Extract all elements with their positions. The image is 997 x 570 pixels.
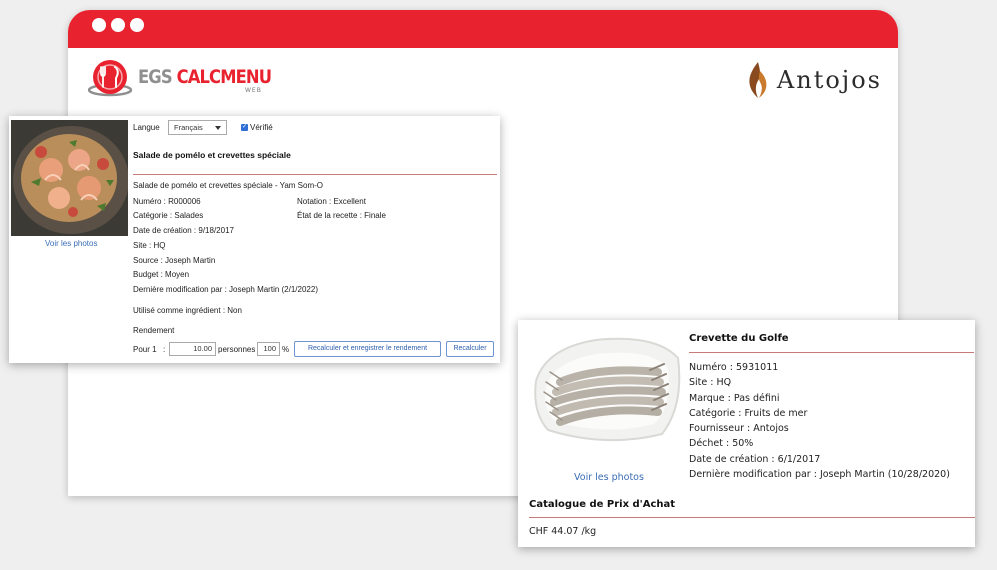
percent-sign: % <box>282 345 290 354</box>
recipe-source: Source : Joseph Martin <box>133 256 216 265</box>
language-select[interactable]: Français <box>168 120 227 135</box>
window-dot-icon[interactable] <box>92 18 106 32</box>
product-photos-link[interactable]: Voir les photos <box>574 472 644 483</box>
recipe-ingredient: Utilisé comme ingrédient : Non <box>133 306 242 315</box>
recipe-modif: Dernière modification par : Joseph Marti… <box>133 285 318 294</box>
recipe-photos-link[interactable]: Voir les photos <box>45 239 97 248</box>
recipe-budget: Budget : Moyen <box>133 270 190 279</box>
product-site: Site : HQ <box>689 377 732 388</box>
recipe-card: Voir les photos Langue Français ✓ Vérifi… <box>9 116 500 363</box>
pour-label: Pour 1 <box>133 345 157 354</box>
checkbox-checked-icon[interactable]: ✓ <box>241 124 248 131</box>
recalc-save-button[interactable]: Recalculer et enregistrer le rendement <box>294 341 441 357</box>
recipe-categorie: Catégorie : Salades <box>133 211 204 220</box>
recalc-button[interactable]: Recalculer <box>446 341 494 357</box>
recipe-subtitle: Salade de pomélo et crevettes spéciale -… <box>133 181 324 190</box>
product-divider <box>689 352 974 353</box>
percent-input[interactable]: 100 <box>257 342 280 356</box>
product-dechet: Déchet : 50% <box>689 438 754 449</box>
rendement-label: Rendement <box>133 326 175 335</box>
portions-input[interactable]: 10.00 <box>169 342 216 356</box>
brand-title: EGS CALCMENU <box>138 66 272 88</box>
product-numero: Numéro : 5931011 <box>689 362 779 373</box>
recipe-date: Date de création : 9/18/2017 <box>133 226 234 235</box>
brand-subtitle: WEB <box>245 87 262 94</box>
window-dot-icon[interactable] <box>130 18 144 32</box>
catalogue-title: Catalogue de Prix d'Achat <box>529 499 676 510</box>
product-marque: Marque : Pas défini <box>689 393 780 404</box>
product-title: Crevette du Golfe <box>689 333 789 344</box>
product-categorie: Catégorie : Fruits de mer <box>689 408 808 419</box>
window-dot-icon[interactable] <box>111 18 125 32</box>
antojos-logo: Antojos <box>747 60 882 100</box>
brand-name-part2: CALCMENU <box>176 66 272 88</box>
product-modif: Dernière modification par : Joseph Marti… <box>689 469 950 480</box>
dropdown-caret-icon <box>215 126 221 130</box>
language-select-value: Français <box>174 123 203 132</box>
language-label: Langue <box>133 123 160 132</box>
recipe-notation: Notation : Excellent <box>297 197 366 206</box>
product-date: Date de création : 6/1/2017 <box>689 454 821 465</box>
recipe-divider <box>133 174 497 175</box>
shrimp-photo-icon[interactable] <box>526 326 688 459</box>
calcmenu-logo: EGS CALCMENU WEB <box>88 56 272 100</box>
flame-logo-icon <box>749 62 767 98</box>
catalogue-divider <box>529 517 975 518</box>
brand-name-part1: EGS <box>138 66 177 88</box>
recipe-numero: Numéro : R000006 <box>133 197 201 206</box>
recipe-etat: État de la recette : Finale <box>297 211 386 220</box>
product-fournisseur: Fournisseur : Antojos <box>689 423 789 434</box>
salad-photo-icon <box>11 120 128 236</box>
product-card: Voir les photos Crevette du Golfe Numéro… <box>518 320 975 547</box>
recipe-photo[interactable] <box>11 120 128 236</box>
personnes-label: personnes <box>218 345 256 354</box>
catalogue-price: CHF 44.07 /kg <box>529 526 597 537</box>
recipe-site: Site : HQ <box>133 241 166 250</box>
window-titlebar <box>68 10 898 48</box>
verified-label: Vérifié <box>250 123 273 132</box>
partner-name: Antojos <box>776 66 882 94</box>
recipe-title: Salade de pomélo et crevettes spéciale <box>133 150 291 160</box>
pour-colon: : <box>163 345 166 354</box>
calcmenu-logo-icon <box>88 60 133 97</box>
